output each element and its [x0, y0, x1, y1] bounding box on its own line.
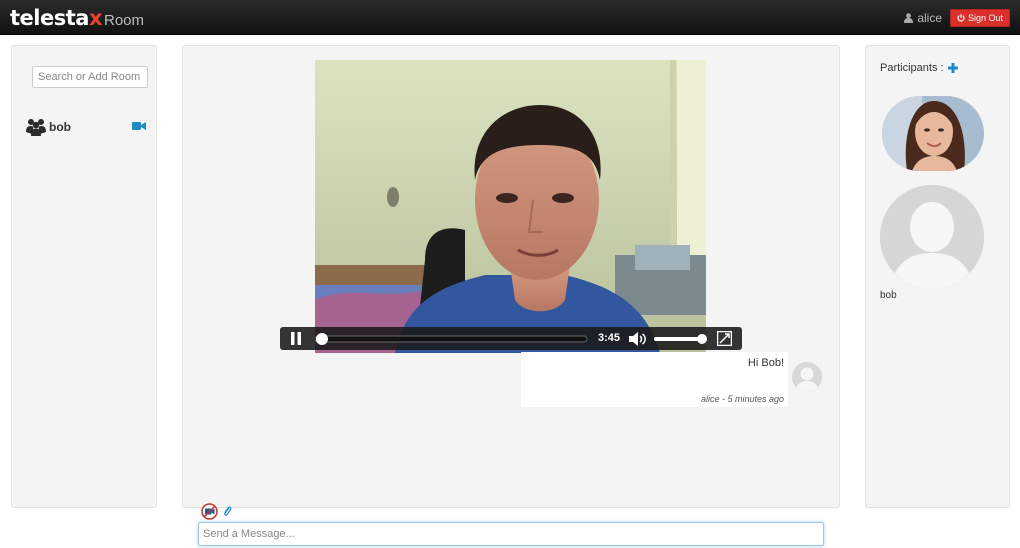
default-avatar-icon [792, 362, 822, 392]
message-input[interactable] [198, 522, 824, 546]
chat-message-avatar [792, 362, 822, 392]
group-icon [26, 119, 46, 136]
progress-handle[interactable] [316, 333, 328, 345]
video-controls: 3:45 [280, 327, 742, 350]
volume-slider[interactable] [654, 333, 709, 345]
participants-title: Participants : [880, 62, 944, 74]
video-call-icon[interactable] [132, 121, 146, 131]
sign-out-label: Sign Out [967, 13, 1004, 23]
power-icon [957, 14, 965, 22]
default-avatar-icon [880, 185, 984, 289]
user-icon [904, 13, 914, 23]
room-list-item-label: bob [49, 120, 71, 134]
participants-header: Participants : [880, 62, 958, 74]
brand-subtitle: Room [103, 12, 144, 29]
chat-message: Hi Bob! alice - 5 minutes ago [521, 352, 788, 407]
room-list-item[interactable]: bob [26, 117, 146, 137]
attachment-icon[interactable] [222, 505, 232, 517]
volume-icon[interactable] [629, 332, 647, 346]
volume-handle[interactable] [697, 334, 707, 344]
brand-name: telestax [10, 6, 102, 30]
playback-time: 3:45 [598, 332, 621, 344]
app-logo[interactable]: telestax Room [10, 6, 144, 30]
participant-avatar-bob[interactable] [880, 185, 984, 289]
pause-icon[interactable] [290, 332, 302, 345]
participant-name: bob [880, 290, 897, 301]
video-feed-image [315, 60, 706, 353]
chat-message-text: Hi Bob! [747, 357, 784, 369]
room-search-input[interactable] [32, 66, 148, 88]
chat-message-meta: alice - 5 minutes ago [700, 394, 784, 404]
remote-video[interactable] [315, 60, 706, 353]
top-navbar: telestax Room alice Sign Out [0, 0, 1020, 35]
participant-photo [882, 96, 984, 171]
composer-toolbar [201, 502, 232, 520]
fullscreen-icon[interactable] [717, 331, 732, 346]
current-user[interactable]: alice [904, 11, 942, 25]
sign-out-button[interactable]: Sign Out [950, 9, 1010, 27]
progress-bar[interactable] [315, 333, 588, 345]
participant-avatar-alice[interactable] [882, 96, 984, 171]
add-participant-icon[interactable] [947, 63, 958, 73]
rooms-panel: bob [11, 45, 157, 508]
participants-panel: Participants : bob [865, 45, 1010, 508]
current-user-name: alice [917, 11, 942, 25]
brand-text: telestax [10, 6, 102, 30]
video-off-icon[interactable] [201, 502, 218, 520]
